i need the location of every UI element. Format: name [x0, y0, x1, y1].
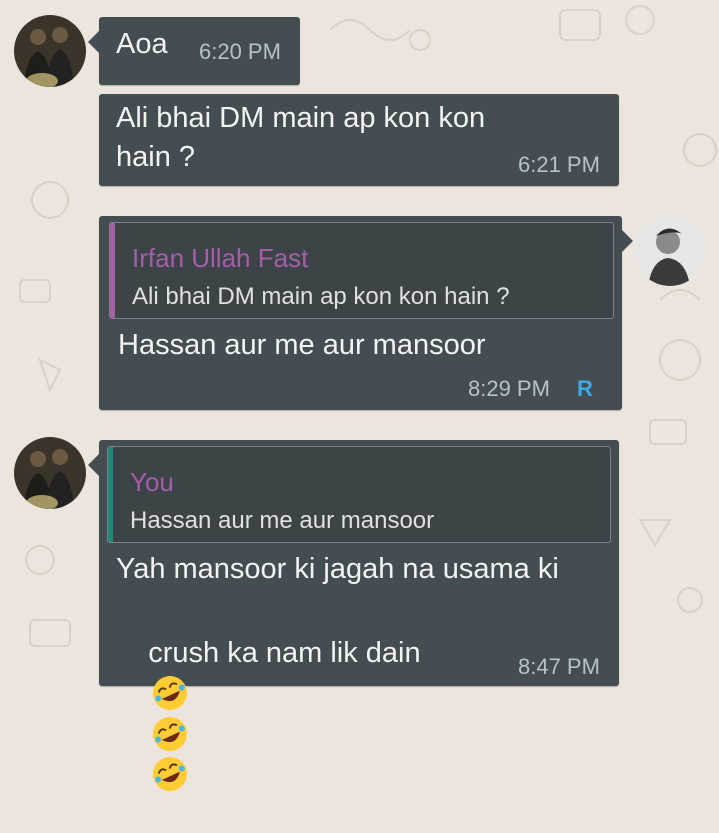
- contact-avatar[interactable]: [14, 15, 86, 87]
- message-text-line-2: crush ka nam lik dain: [116, 595, 421, 833]
- read-receipt-badge: R: [577, 376, 593, 401]
- quoted-message[interactable]: Irfan Ullah Fast Ali bhai DM main ap kon…: [109, 222, 614, 319]
- quoted-sender-name: Irfan Ullah Fast: [132, 243, 309, 273]
- message-text-line-2-text: crush ka nam lik dain: [148, 637, 421, 669]
- quoted-text: Ali bhai DM main ap kon kon hain ?: [132, 283, 510, 310]
- message-text: Aoa: [116, 28, 168, 60]
- message-bubble[interactable]: Irfan Ullah Fast Ali bhai DM main ap kon…: [99, 216, 633, 410]
- quoted-sender-name: You: [130, 467, 174, 497]
- message-text-line-1: Yah mansoor ki jagah na usama ki: [116, 553, 559, 585]
- message-time: 8:29 PM: [468, 376, 550, 401]
- quote-bar: [108, 447, 113, 542]
- message-time: 6:21 PM: [518, 152, 600, 177]
- message-text: Hassan aur me aur mansoor: [118, 329, 486, 361]
- message-bubble[interactable]: Aoa 6:20 PM: [88, 17, 300, 85]
- user-avatar[interactable]: [634, 214, 706, 286]
- message-bubble[interactable]: You Hassan aur me aur mansoor Yah mansoo…: [88, 440, 619, 792]
- rolling-on-floor-laughing-emoji-icon: [153, 676, 188, 711]
- quote-bar: [110, 223, 115, 318]
- quoted-text: Hassan aur me aur mansoor: [130, 507, 435, 534]
- quoted-message[interactable]: You Hassan aur me aur mansoor: [107, 446, 611, 543]
- contact-avatar[interactable]: [14, 437, 86, 509]
- message-bubble[interactable]: Ali bhai DM main ap kon kon hain ? 6:21 …: [99, 94, 619, 186]
- message-text: Ali bhai DM main ap kon kon hain ?: [116, 102, 486, 173]
- message-time: 6:20 PM: [199, 39, 281, 64]
- message-time: 8:47 PM: [518, 654, 600, 679]
- rolling-on-floor-laughing-emoji-icon: [153, 716, 188, 751]
- rolling-on-floor-laughing-emoji-icon: [153, 757, 188, 792]
